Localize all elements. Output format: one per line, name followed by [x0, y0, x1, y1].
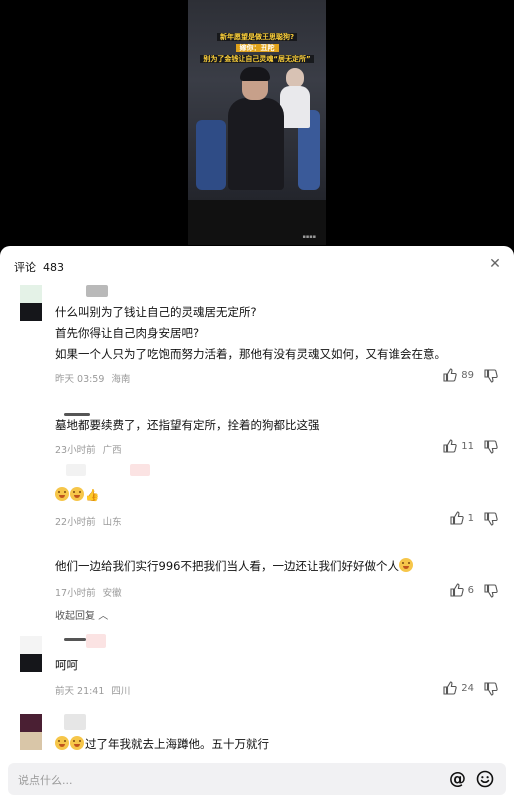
comment-text: 首先你得让自己肉身安居吧? — [55, 326, 200, 340]
like-count: 89 — [461, 369, 474, 381]
comment-meta: 23小时前 广西 — [55, 442, 129, 456]
thumbs-up-icon — [443, 439, 457, 453]
username-redacted — [130, 464, 150, 476]
thumbs-up-icon — [450, 511, 464, 525]
comment-location: 山东 — [102, 517, 122, 528]
thumbs-up-icon — [450, 583, 464, 597]
thumbs-up-icon — [443, 681, 457, 695]
comment-input-bar: 说点什么... @ — [0, 760, 514, 800]
username-redacted — [64, 638, 86, 641]
comment-input-placeholder: 说点什么... — [18, 774, 73, 787]
like-count: 11 — [461, 440, 474, 452]
like-count: 24 — [461, 682, 474, 694]
video-caption-line3: 别为了金钱让自己灵魂“居无定所” — [188, 55, 326, 64]
emoji-icon — [70, 736, 84, 750]
comment-input[interactable]: 说点什么... @ — [8, 763, 506, 795]
comment-emoji-reactions: 👍 — [55, 486, 99, 504]
emoji-icon — [55, 487, 69, 501]
username-redacted — [66, 464, 86, 476]
thumbs-down-icon[interactable] — [484, 584, 498, 598]
video-caption-line2: 嫁你：丑陀 — [188, 44, 326, 53]
chevron-up-icon: ︿ — [98, 611, 109, 622]
comment-text: 墓地都要续费了，还指望有定所，拴着的狗都比这强 — [55, 418, 320, 432]
video-player[interactable]: 新年愿望是做王思聪狗? 嫁你：丑陀 别为了金钱让自己灵魂“居无定所” ▪▪▪▪ — [0, 0, 514, 250]
background-person-image — [280, 68, 310, 128]
comment-meta: 22小时前 山东 — [55, 514, 129, 528]
comments-panel: 评论 483 ✕ 什么叫别为了钱让自己的灵魂居无定所? 首先你得让自己肉身安居吧… — [0, 246, 514, 800]
comment-time: 17小时前 — [55, 588, 96, 599]
screen: 新年愿望是做王思聪狗? 嫁你：丑陀 别为了金钱让自己灵魂“居无定所” ▪▪▪▪ … — [0, 0, 514, 800]
at-icon[interactable]: @ — [449, 770, 466, 788]
close-icon[interactable]: ✕ — [488, 257, 502, 271]
smiley-icon[interactable] — [476, 770, 494, 788]
comment-text: 过了年我就去上海蹲他。五十万就行 — [55, 735, 269, 753]
like-button[interactable]: 6 — [450, 583, 474, 597]
comment-text: 他们一边给我们实行996不把我们当人看，一边还让我们好好做个人 — [55, 557, 414, 575]
video-watermark: ▪▪▪▪ — [302, 234, 316, 240]
like-button[interactable]: 11 — [443, 439, 474, 453]
comment-location: 安徽 — [102, 588, 122, 599]
comment-meta: 昨天 03:59 海南 — [55, 371, 137, 385]
username-redacted — [64, 714, 86, 730]
video-frame[interactable]: 新年愿望是做王思聪狗? 嫁你：丑陀 别为了金钱让自己灵魂“居无定所” ▪▪▪▪ — [188, 0, 326, 245]
comment-location: 广西 — [102, 445, 122, 456]
thumbs-down-icon[interactable] — [484, 682, 498, 696]
like-count: 1 — [467, 512, 474, 524]
avatar[interactable] — [20, 285, 42, 321]
emoji-icon — [70, 487, 84, 501]
comments-count: 评论 483 — [14, 261, 64, 274]
comment-meta: 17小时前 安徽 — [55, 585, 129, 599]
like-count: 6 — [467, 584, 474, 596]
emoji-icon — [398, 558, 413, 572]
thumbs-down-icon[interactable] — [484, 512, 498, 526]
thumbs-down-icon[interactable] — [484, 369, 498, 383]
comment-meta: 前天 21:41 四川 — [55, 683, 137, 697]
username-redacted — [86, 634, 106, 648]
thumbs-down-icon[interactable] — [484, 440, 498, 454]
like-button[interactable]: 24 — [443, 681, 474, 695]
seat-image — [196, 120, 226, 190]
comment-time: 23小时前 — [55, 445, 96, 456]
comment-time: 前天 21:41 — [55, 686, 105, 697]
comment-text: 如果一个人只为了吃饱而努力活着，那他有没有灵魂又如何，又有谁会在意。 — [55, 347, 446, 361]
comment-location: 海南 — [111, 374, 131, 385]
avatar[interactable] — [20, 714, 42, 750]
comment-location: 四川 — [111, 686, 131, 697]
comment-text: 什么叫别为了钱让自己的灵魂居无定所? — [55, 305, 257, 319]
video-caption-line1: 新年愿望是做王思聪狗? — [188, 33, 326, 42]
comments-header: 评论 483 ✕ — [0, 246, 514, 286]
comment-text: 呵呵 — [55, 658, 78, 672]
username-redacted — [86, 285, 108, 297]
avatar[interactable] — [20, 636, 42, 672]
emoji-icon — [55, 736, 69, 750]
person-image — [228, 67, 284, 190]
like-button[interactable]: 89 — [443, 368, 474, 382]
comment-time: 昨天 03:59 — [55, 374, 105, 385]
thumbs-up-icon — [443, 368, 457, 382]
like-button[interactable]: 1 — [450, 511, 474, 525]
collapse-replies-button[interactable]: 收起回复 ︿ — [55, 607, 108, 622]
comment-time: 22小时前 — [55, 517, 96, 528]
thumbs-up-emoji-icon: 👍 — [85, 488, 100, 502]
